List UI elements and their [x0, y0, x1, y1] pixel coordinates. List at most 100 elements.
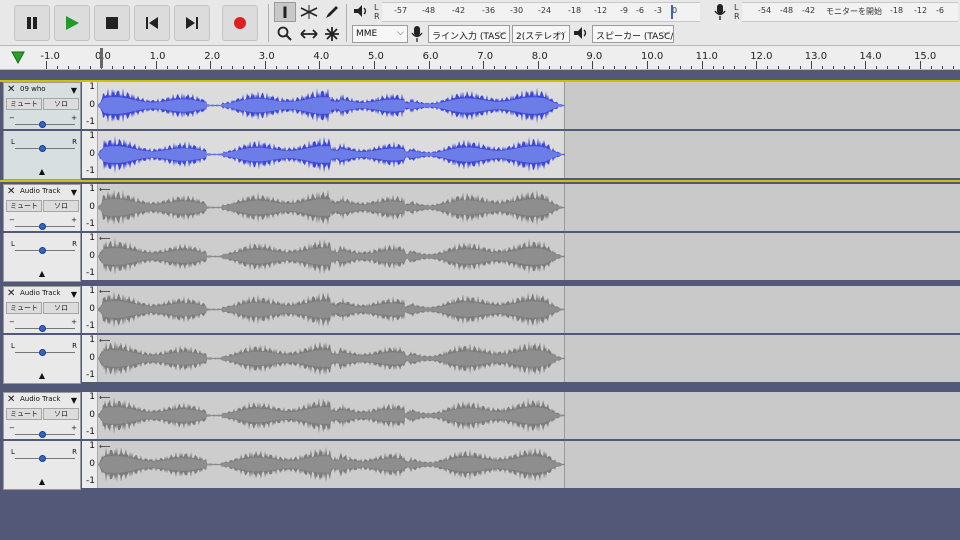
multi-tool[interactable] — [321, 24, 343, 44]
play-button[interactable] — [54, 5, 90, 41]
gain-slider-thumb[interactable] — [39, 223, 46, 230]
timeline-ruler[interactable]: -1.00.01.02.03.04.05.06.07.08.09.010.011… — [0, 46, 960, 70]
close-track-icon[interactable]: ✕ — [7, 289, 17, 299]
track-control-panel[interactable]: ✕ Audio Track ▼ ミュート ソロ − + L R ▲ — [3, 184, 81, 282]
pan-slider-thumb[interactable] — [39, 145, 46, 152]
vertical-scale[interactable]: 1 0 -1 — [82, 335, 98, 382]
track-name-button[interactable]: Audio Track — [20, 395, 70, 406]
vertical-scale[interactable]: 1 0 -1 — [82, 392, 98, 439]
mute-button[interactable]: ミュート — [6, 302, 42, 314]
audio-clip[interactable] — [98, 82, 565, 129]
solo-button[interactable]: ソロ — [43, 98, 79, 110]
vertical-scale[interactable]: 1 0 -1 — [82, 184, 98, 231]
vertical-scale[interactable]: 1 0 -1 — [82, 82, 98, 129]
collapse-track-icon[interactable]: ▲ — [24, 167, 60, 177]
close-track-icon[interactable]: ✕ — [7, 395, 17, 405]
track-menu-dropdown-icon[interactable]: ▼ — [71, 290, 77, 299]
pan-slider[interactable]: LR — [9, 138, 77, 154]
timeline-options-icon[interactable] — [10, 49, 30, 67]
waveform-channel[interactable]: ⟵ — [98, 184, 960, 231]
track-control-panel[interactable]: ✕ Audio Track ▼ ミュート ソロ − + L R ▲ — [3, 392, 81, 490]
gain-slider[interactable]: − + — [9, 318, 77, 334]
solo-button[interactable]: ソロ — [43, 302, 79, 314]
record-meter-button[interactable] — [352, 3, 372, 21]
audio-clip[interactable]: ⟵ — [98, 392, 565, 439]
time-shift-tool[interactable] — [298, 24, 320, 44]
record-button[interactable] — [222, 5, 258, 41]
waveform-channel[interactable]: ⟵ — [98, 441, 960, 488]
pan-slider-thumb[interactable] — [39, 247, 46, 254]
draw-tool[interactable] — [321, 2, 343, 22]
audio-track[interactable]: ✕ 09 who ▼ ミュート ソロ − + L R ▲ 1 0 -1 1 0 -1 — [0, 80, 960, 182]
track-name-button[interactable]: Audio Track — [20, 187, 70, 198]
pan-slider[interactable]: LR — [9, 448, 77, 464]
pan-slider-thumb[interactable] — [39, 455, 46, 462]
audio-track[interactable]: ✕ Audio Track ▼ ミュート ソロ − + L R ▲ 1 0 -1 ⟵ 1 0 -1 ⟵ — [0, 286, 960, 384]
audio-clip[interactable]: ⟵ — [98, 335, 565, 382]
gain-slider-thumb[interactable] — [39, 431, 46, 438]
waveform-channel[interactable] — [98, 131, 960, 178]
audio-clip[interactable]: ⟵ — [98, 184, 565, 231]
input-device-select[interactable]: ライン入力 (TASC — [428, 25, 510, 43]
pan-slider[interactable]: LR — [9, 240, 77, 256]
clip-trim-arrow-icon[interactable]: ⟵ — [99, 185, 110, 194]
gain-slider[interactable]: − + — [9, 424, 77, 440]
envelope-tool[interactable] — [298, 2, 320, 22]
mute-button[interactable]: ミュート — [6, 200, 42, 212]
track-menu-dropdown-icon[interactable]: ▼ — [71, 188, 77, 197]
solo-button[interactable]: ソロ — [43, 200, 79, 212]
selection-tool[interactable]: I — [274, 2, 296, 22]
audio-track[interactable]: ✕ Audio Track ▼ ミュート ソロ − + L R ▲ 1 0 -1 ⟵ 1 0 -1 ⟵ — [0, 392, 960, 490]
host-select[interactable]: MME — [352, 25, 408, 43]
waveform-channel[interactable]: ⟵ — [98, 233, 960, 280]
clip-trim-arrow-icon[interactable]: ⟵ — [99, 287, 110, 296]
stop-button[interactable] — [94, 5, 130, 41]
pan-slider-thumb[interactable] — [39, 349, 46, 356]
zoom-tool[interactable] — [274, 24, 296, 44]
clip-trim-arrow-icon[interactable]: ⟵ — [99, 234, 110, 243]
clip-trim-arrow-icon[interactable]: ⟵ — [99, 442, 110, 451]
pan-slider[interactable]: LR — [9, 342, 77, 358]
close-track-icon[interactable]: ✕ — [7, 187, 17, 197]
mute-button[interactable]: ミュート — [6, 408, 42, 420]
vertical-scale[interactable]: 1 0 -1 — [82, 233, 98, 280]
collapse-track-icon[interactable]: ▲ — [24, 269, 60, 279]
track-menu-dropdown-icon[interactable]: ▼ — [71, 396, 77, 405]
record-meter[interactable]: -57 -48 -42 -36 -30 -24 -18 -12 -9 -6 -3 0 — [382, 2, 700, 22]
playback-meter-button[interactable] — [712, 3, 732, 21]
track-name-button[interactable]: Audio Track — [20, 289, 70, 300]
audio-clip[interactable] — [98, 131, 565, 178]
gain-slider[interactable]: − + — [9, 114, 77, 130]
track-control-panel[interactable]: ✕ 09 who ▼ ミュート ソロ − + L R ▲ — [3, 82, 81, 180]
vertical-scale[interactable]: 1 0 -1 — [82, 441, 98, 488]
gain-slider-thumb[interactable] — [39, 121, 46, 128]
waveform-channel[interactable]: ⟵ — [98, 286, 960, 333]
audio-clip[interactable]: ⟵ — [98, 441, 565, 488]
output-device-select[interactable]: スピーカー (TASC/ — [592, 25, 674, 43]
collapse-track-icon[interactable]: ▲ — [24, 477, 60, 487]
track-menu-dropdown-icon[interactable]: ▼ — [71, 86, 77, 95]
waveform-channel[interactable]: ⟵ — [98, 335, 960, 382]
track-name-button[interactable]: 09 who — [20, 85, 70, 96]
mute-button[interactable]: ミュート — [6, 98, 42, 110]
collapse-track-icon[interactable]: ▲ — [24, 371, 60, 381]
audio-clip[interactable]: ⟵ — [98, 233, 565, 280]
playhead[interactable] — [100, 48, 103, 68]
waveform-channel[interactable]: ⟵ — [98, 392, 960, 439]
skip-start-button[interactable] — [134, 5, 170, 41]
solo-button[interactable]: ソロ — [43, 408, 79, 420]
monitor-label[interactable]: モニターを開始 — [826, 6, 882, 17]
waveform-channel[interactable] — [98, 82, 960, 129]
close-track-icon[interactable]: ✕ — [7, 85, 17, 95]
clip-trim-arrow-icon[interactable]: ⟵ — [99, 336, 110, 345]
audio-track[interactable]: ✕ Audio Track ▼ ミュート ソロ − + L R ▲ 1 0 -1 ⟵ 1 0 -1 ⟵ — [0, 184, 960, 282]
gain-slider[interactable]: − + — [9, 216, 77, 232]
vertical-scale[interactable]: 1 0 -1 — [82, 131, 98, 178]
skip-end-button[interactable] — [174, 5, 210, 41]
vertical-scale[interactable]: 1 0 -1 — [82, 286, 98, 333]
channels-select[interactable]: 2(ステレオ) — [512, 25, 570, 43]
clip-trim-arrow-icon[interactable]: ⟵ — [99, 393, 110, 402]
gain-slider-thumb[interactable] — [39, 325, 46, 332]
pause-button[interactable] — [14, 5, 50, 41]
playback-meter[interactable]: -54 -48 -42 モニターを開始 -18 -12 -6 — [742, 2, 958, 22]
